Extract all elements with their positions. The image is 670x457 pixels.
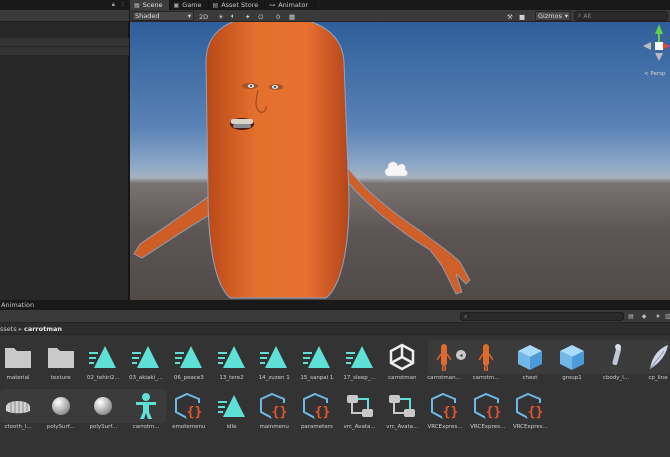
asset-items: material texture 02_tehiri2... 03_akiaki_..… [0, 0, 670, 457]
asset-item[interactable]: polySurf... [41, 386, 81, 434]
script-object-icon: {} [472, 390, 504, 422]
teeth-mesh-icon [2, 390, 34, 422]
script-object-icon: {} [258, 390, 290, 422]
asset-item[interactable]: group1 [552, 337, 592, 385]
asset-item[interactable]: carrotm... [466, 337, 506, 385]
animation-clip-icon [216, 341, 248, 373]
asset-label: VRCExpres... [427, 424, 463, 430]
asset-item[interactable]: {} VRCExpres... [468, 386, 508, 434]
asset-label: parameters [300, 424, 333, 430]
asset-label: chest [522, 375, 538, 381]
asset-label: emotemenu [172, 424, 206, 430]
asset-item[interactable]: 13_tere2 [212, 337, 252, 385]
asset-item[interactable]: 03_akiaki_... [126, 337, 166, 385]
asset-item[interactable]: {} emotemenu [169, 386, 209, 434]
animation-clip-icon [216, 390, 248, 422]
animation-clip-icon [87, 341, 119, 373]
asset-item[interactable]: vrc_Avata... [382, 386, 422, 434]
sphere-icon [45, 390, 77, 422]
prefab-icon [556, 341, 588, 373]
animation-clip-icon [301, 341, 333, 373]
asset-item[interactable]: polySurf... [83, 386, 123, 434]
asset-label: 06_peace3 [173, 375, 204, 381]
asset-item[interactable]: {} mainmenu [254, 386, 294, 434]
asset-label: 17_sleep_... [343, 375, 376, 381]
asset-label: polySurf... [89, 424, 118, 430]
asset-item[interactable]: {} parameters [297, 386, 337, 434]
asset-label: 14_zuzen 1 [258, 375, 290, 381]
carrot-model-icon [428, 341, 460, 373]
script-object-icon: {} [514, 390, 546, 422]
asset-item[interactable]: {} VRCExpres... [510, 386, 550, 434]
carrot-model-icon [470, 341, 502, 373]
asset-label: cp_line [648, 375, 668, 381]
asset-label: material [6, 375, 30, 381]
asset-label: 02_tehiri2... [86, 375, 120, 381]
svg-text:{}: {} [186, 405, 202, 420]
svg-text:{}: {} [443, 405, 459, 420]
svg-text:{}: {} [485, 405, 501, 420]
avatar-icon [130, 390, 162, 422]
prefab-icon [514, 341, 546, 373]
svg-text:{}: {} [272, 405, 288, 420]
asset-item[interactable]: cp_line [638, 337, 670, 385]
asset-label: idle [226, 424, 237, 430]
sphere-icon [87, 390, 119, 422]
asset-item[interactable]: 15_sanpai 1 [297, 337, 337, 385]
asset-item[interactable]: carrotman [382, 337, 422, 385]
svg-text:{}: {} [315, 405, 331, 420]
asset-item[interactable]: idle [212, 386, 252, 434]
bone-icon [600, 341, 632, 373]
asset-item[interactable]: 14_zuzen 1 [254, 337, 294, 385]
animation-clip-icon [130, 341, 162, 373]
asset-label: carrotman... [427, 375, 461, 381]
asset-item[interactable]: carrotm... [126, 386, 166, 434]
animator-controller-icon [386, 390, 418, 422]
asset-label: carrotm... [132, 424, 160, 430]
asset-item[interactable]: material [0, 337, 38, 385]
asset-label: ctooth_l... [4, 424, 32, 430]
asset-label: vrc_Avata... [386, 424, 419, 430]
unity-logo-icon [386, 341, 418, 373]
asset-item[interactable]: chest [510, 337, 550, 385]
asset-label: carrotm... [472, 375, 500, 381]
asset-label: 03_akiaki_... [129, 375, 164, 381]
asset-item[interactable]: ctooth_l... [0, 386, 38, 434]
animation-clip-icon [344, 341, 376, 373]
asset-label: cbody_l... [602, 375, 630, 381]
asset-item[interactable]: {} VRCExpres... [425, 386, 465, 434]
animator-controller-icon [344, 390, 376, 422]
asset-label: group1 [562, 375, 582, 381]
feather-icon [642, 341, 670, 373]
asset-label: 15_sanpai 1 [300, 375, 334, 381]
script-object-icon: {} [173, 390, 205, 422]
asset-item[interactable]: cbody_l... [596, 337, 636, 385]
asset-label: mainmenu [259, 424, 289, 430]
animation-clip-icon [258, 341, 290, 373]
animation-clip-icon [173, 341, 205, 373]
asset-item[interactable]: vrc_Avata... [340, 386, 380, 434]
script-object-icon: {} [429, 390, 461, 422]
asset-label: polySurf... [46, 424, 75, 430]
asset-label: VRCExpres... [512, 424, 548, 430]
asset-label: VRCExpres... [470, 424, 506, 430]
asset-item[interactable]: 02_tehiri2... [83, 337, 123, 385]
asset-item[interactable]: texture [41, 337, 81, 385]
asset-label: texture [50, 375, 71, 381]
asset-label: carrotman [388, 375, 417, 381]
svg-text:{}: {} [528, 405, 544, 420]
asset-label: 13_tere2 [219, 375, 244, 381]
asset-label: vrc_Avata... [343, 424, 376, 430]
folder-icon [45, 341, 77, 373]
collapse-arrow-icon[interactable]: ◂ [456, 350, 466, 360]
asset-item[interactable]: 17_sleep_... [340, 337, 380, 385]
script-object-icon: {} [301, 390, 333, 422]
asset-item[interactable]: carrotman... [424, 337, 464, 385]
folder-icon [2, 341, 34, 373]
asset-item[interactable]: 06_peace3 [169, 337, 209, 385]
